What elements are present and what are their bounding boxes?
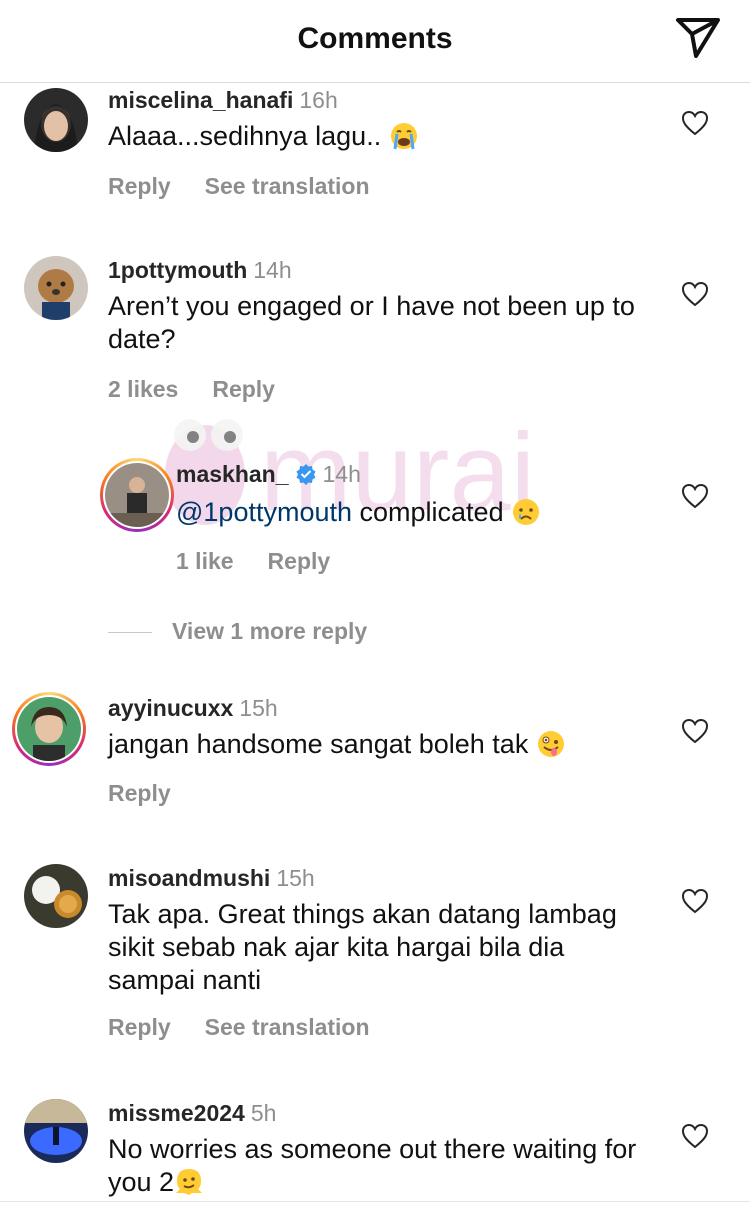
avatar-story-ring[interactable]	[12, 692, 86, 766]
comment-text: Aren’t you engaged or I have not been up…	[108, 291, 635, 354]
avatar[interactable]	[24, 256, 88, 320]
view-more-replies-label: View 1 more reply	[172, 618, 368, 644]
verified-badge-icon	[296, 464, 316, 485]
comment-item: miscelina_hanafi 16h Alaaa...sedihnya lag…	[0, 84, 750, 214]
comment-text: Alaaa...sedihnya lagu..	[108, 121, 382, 151]
avatar[interactable]	[24, 1099, 88, 1163]
loudly-crying-face-icon	[390, 123, 417, 150]
avatar[interactable]	[24, 864, 88, 928]
comment-time: 15h	[239, 695, 278, 721]
comment-item: ayyinucuxx 15h jangan handsome sangat bol…	[0, 692, 750, 812]
header: Comments	[0, 0, 750, 83]
comment-time: 14h	[322, 461, 361, 487]
avatar	[17, 697, 81, 761]
divider	[108, 632, 152, 633]
comment-time: 5h	[250, 1100, 277, 1126]
like-heart-icon[interactable]	[681, 483, 709, 509]
reply-button[interactable]: Reply	[268, 548, 331, 574]
like-heart-icon[interactable]	[681, 1123, 709, 1149]
comment-time: 16h	[299, 87, 338, 113]
melting-face-icon	[176, 1169, 203, 1195]
see-translation-button[interactable]: See translation	[205, 1014, 370, 1040]
reply-button[interactable]: Reply	[108, 173, 171, 199]
page-title: Comments	[297, 22, 453, 55]
reply-button[interactable]: Reply	[212, 376, 275, 402]
comment-item: misoandmushi 15h Tak apa. Great things ak…	[0, 862, 750, 1052]
comment-text: complicated	[352, 497, 504, 527]
username[interactable]: miscelina_hanafi	[108, 87, 293, 113]
username[interactable]: missme2024	[108, 1100, 245, 1126]
username[interactable]: 1pottymouth	[108, 257, 247, 283]
comment-time: 15h	[276, 865, 315, 891]
like-heart-icon[interactable]	[681, 110, 709, 136]
see-translation-button[interactable]: See translation	[205, 173, 370, 199]
comment-time: 14h	[253, 257, 292, 283]
like-heart-icon[interactable]	[681, 888, 709, 914]
avatar-story-ring[interactable]	[100, 458, 174, 532]
username[interactable]: misoandmushi	[108, 865, 270, 891]
like-heart-icon[interactable]	[681, 281, 709, 307]
reply-button[interactable]: Reply	[108, 1014, 171, 1040]
likes-count[interactable]: 2 likes	[108, 376, 178, 402]
reply-item: maskhan_ 14h @1pottymouth complicated 1 l…	[0, 458, 750, 598]
username[interactable]: ayyinucuxx	[108, 695, 233, 721]
comment-item: missme2024 5h No worries as someone out t…	[0, 1097, 750, 1201]
reply-button[interactable]: Reply	[108, 780, 171, 806]
send-icon[interactable]	[674, 16, 722, 60]
username[interactable]: maskhan_	[176, 461, 289, 487]
view-more-replies[interactable]: View 1 more reply	[108, 618, 508, 648]
divider	[0, 1201, 750, 1202]
comment-text: jangan handsome sangat boleh tak	[108, 729, 529, 759]
avatar[interactable]	[24, 88, 88, 152]
crying-face-icon	[513, 499, 540, 525]
mention-link[interactable]: @1pottymouth	[176, 497, 352, 527]
like-heart-icon[interactable]	[681, 718, 709, 744]
comment-item: 1pottymouth 14h Aren’t you engaged or I h…	[0, 254, 750, 404]
zany-face-icon	[537, 731, 564, 757]
avatar	[105, 463, 169, 527]
likes-count[interactable]: 1 like	[176, 548, 234, 574]
comment-text: Tak apa. Great things akan datang lambag…	[108, 899, 617, 995]
